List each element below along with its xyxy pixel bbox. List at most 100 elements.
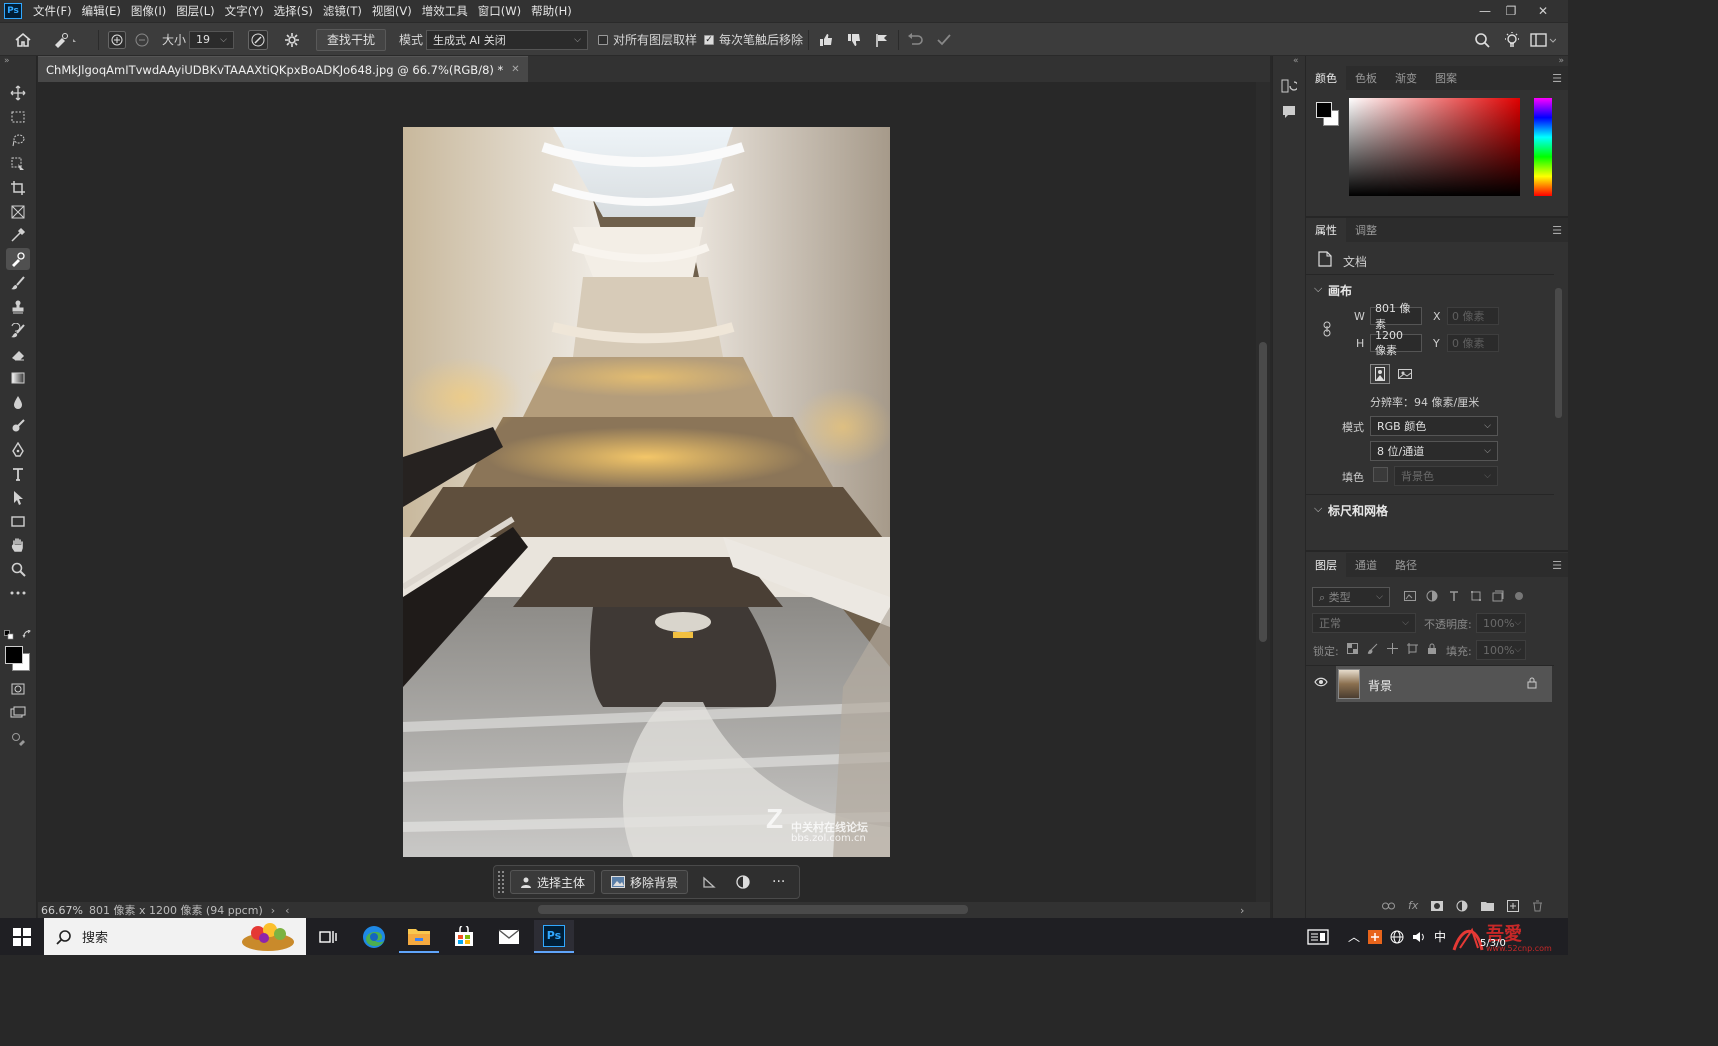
more-tools-icon[interactable] [6,582,30,604]
restore-button[interactable]: ❐ [1496,0,1526,22]
menu-layer[interactable]: 图层(L) [171,0,219,22]
volume-icon[interactable] [1412,930,1426,944]
layer-filter-select[interactable]: ⌕ 类型 ⌵ [1312,587,1390,607]
add-mask-icon[interactable] [1431,900,1444,911]
hand-tool-icon[interactable] [6,534,30,556]
swap-colors-icon[interactable] [22,630,32,640]
object-selection-tool-icon[interactable] [6,153,30,175]
edge-browser-icon[interactable] [354,920,394,953]
lock-image-pixels-icon[interactable] [1367,643,1378,654]
vertical-scrollbar[interactable] [1256,82,1270,902]
filter-type-icon[interactable] [1448,590,1460,602]
frame-tool-icon[interactable] [6,201,30,223]
microsoft-store-icon[interactable] [444,920,484,953]
canvas-area[interactable]: Z 中关村在线论坛 bbs.zol.com.cn 选择主体 移除背景 ··· [38,82,1270,902]
news-widget-icon[interactable] [1298,920,1338,953]
color-panel-foreground-swatch[interactable] [1316,102,1332,118]
marquee-tool-icon[interactable] [6,106,30,128]
tab-properties[interactable]: 属性 [1306,218,1346,242]
document-image[interactable]: Z 中关村在线论坛 bbs.zol.com.cn [403,127,890,857]
blend-mode-select[interactable]: 正常 ⌵ [1312,613,1416,633]
discover-lightbulb-icon[interactable] [1503,23,1521,56]
new-group-icon[interactable] [1481,901,1495,911]
properties-panel-menu-icon[interactable]: ☰ [1552,224,1562,237]
filter-smart-object-icon[interactable] [1492,590,1504,602]
fill-select[interactable]: 背景色 ⌵ [1394,466,1498,486]
workspace-icon[interactable] [1530,23,1556,56]
properties-scroll-thumb[interactable] [1555,288,1562,418]
canvas-section-title[interactable]: 画布 [1328,282,1352,299]
lasso-tool-icon[interactable] [6,129,30,151]
filter-toggle-icon[interactable] [1514,591,1524,601]
horizontal-scroll-thumb[interactable] [538,905,968,914]
color-picker-field[interactable] [1349,98,1520,196]
tab-gradients[interactable]: 渐变 [1386,66,1426,90]
rectangle-tool-icon[interactable] [6,510,30,532]
tray-overflow-icon[interactable]: ︿ [1348,928,1360,945]
clock[interactable]: 5/3/0 [1480,938,1506,949]
task-view-icon[interactable] [308,920,348,953]
lock-all-icon[interactable] [1427,643,1437,654]
zoom-tool-icon[interactable] [6,558,30,580]
new-adjustment-layer-icon[interactable] [1456,900,1468,912]
ime-indicator-icon[interactable] [1368,929,1383,944]
menu-view[interactable]: 视图(V) [367,0,417,22]
bit-depth-select[interactable]: 8 位/通道 ⌵ [1370,441,1498,461]
menu-plugins[interactable]: 增效工具 [417,0,473,22]
brush-subtract-icon[interactable] [134,23,150,56]
menu-type[interactable]: 文字(Y) [220,0,269,22]
network-globe-icon[interactable] [1390,930,1404,944]
color-panel-menu-icon[interactable]: ☰ [1552,72,1562,85]
remove-tool-icon[interactable] [6,248,30,270]
document-tab[interactable]: ChMkJlgoqAmITvwdAAyiUDBKvTAAAXtiQKpxBoAD… [38,56,528,82]
sample-all-layers-checkbox[interactable] [598,34,608,45]
menu-file[interactable]: 文件(F) [28,0,77,22]
thumbs-up-icon[interactable] [818,23,834,56]
more-options-icon[interactable]: ··· [772,874,785,890]
layer-effects-icon[interactable]: fx [1408,899,1418,912]
link-layers-icon[interactable] [1382,901,1395,911]
brush-add-icon[interactable] [108,23,126,56]
crop-tool-icon[interactable] [6,177,30,199]
quick-mask-icon[interactable] [6,678,30,700]
layer-visibility-eye-icon[interactable] [1314,677,1328,687]
history-brush-tool-icon[interactable] [6,320,30,342]
close-window-button[interactable]: ✕ [1528,0,1558,22]
fill-color-swatch[interactable] [1373,467,1388,482]
portrait-orientation-icon[interactable] [1370,364,1390,384]
undo-icon[interactable] [906,23,924,56]
expand-panels-icon[interactable]: » [1558,56,1564,66]
tab-layers[interactable]: 图层 [1306,553,1346,577]
eraser-tool-icon[interactable] [6,344,30,366]
file-explorer-icon[interactable] [399,920,439,953]
filter-shape-icon[interactable] [1470,590,1482,602]
menu-select[interactable]: 选择(S) [269,0,318,22]
bend-icon[interactable] [702,875,716,889]
landscape-orientation-icon[interactable] [1395,364,1415,384]
tab-paths[interactable]: 路径 [1386,553,1426,577]
start-windows-icon[interactable] [2,920,42,953]
gradient-tool-icon[interactable] [6,367,30,389]
screen-mode-icon[interactable] [6,702,30,724]
hue-slider[interactable] [1534,98,1552,196]
default-colors-icon[interactable] [4,630,14,640]
settings-gear-icon[interactable] [284,23,300,56]
pen-tool-icon[interactable] [6,439,30,461]
tab-color[interactable]: 颜色 [1306,66,1346,90]
close-tab-icon[interactable]: ✕ [511,64,519,75]
taskbar-search-box[interactable]: 搜索 [44,918,306,955]
remove-tool-preset-icon[interactable] [52,23,78,56]
find-distractions-button[interactable]: 查找干扰 [316,28,387,51]
scroll-left-icon[interactable]: ‹ [285,904,289,917]
thumbs-down-icon[interactable] [846,23,862,56]
tab-patterns[interactable]: 图案 [1426,66,1466,90]
collapse-panels-icon[interactable]: « [1293,56,1299,66]
menu-window[interactable]: 窗口(W) [473,0,526,22]
status-expand-icon[interactable]: › [271,904,275,917]
dodge-tool-icon[interactable] [6,415,30,437]
search-icon[interactable] [1474,23,1490,56]
comments-panel-icon[interactable] [1281,104,1297,120]
fill-opacity-field[interactable]: 100% ⌵ [1476,640,1526,660]
select-subject-button[interactable]: 选择主体 [510,870,596,894]
stamp-tool-icon[interactable] [6,296,30,318]
